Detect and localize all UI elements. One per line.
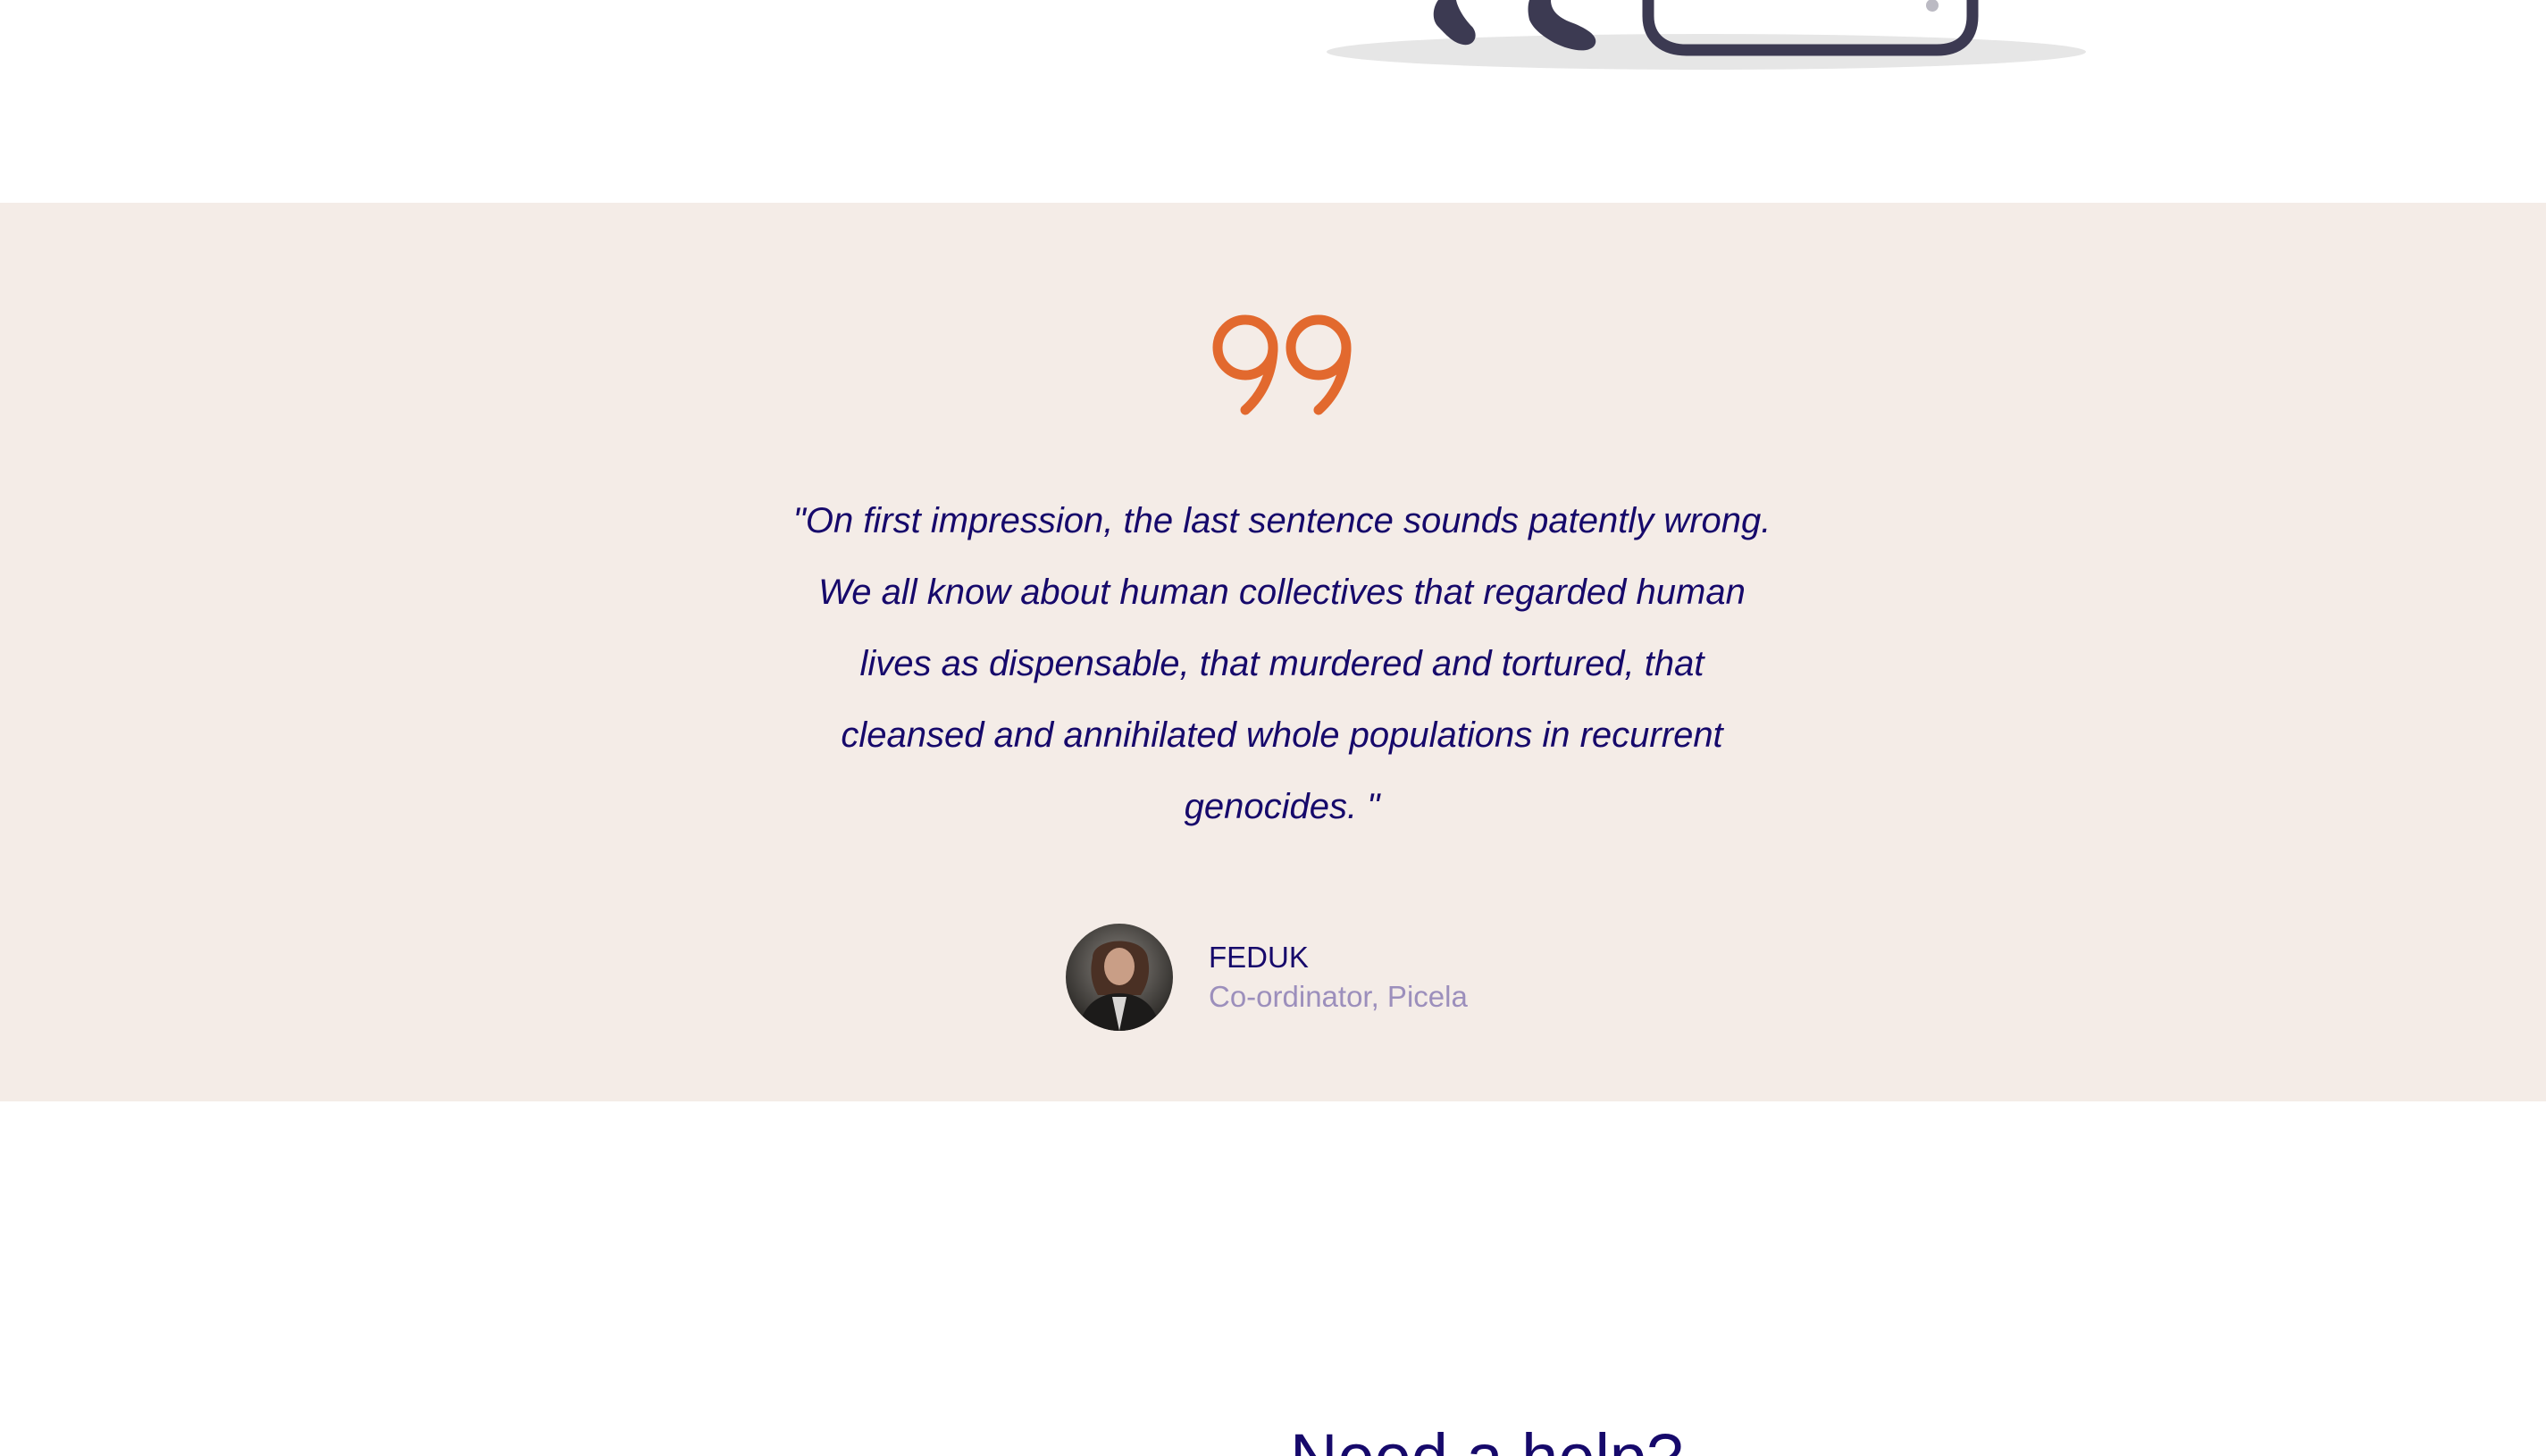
testimonial-section: "On first impression, the last sentence … (0, 203, 2546, 1101)
testimonial-author: FEDUK Co-ordinator, Picela (1066, 923, 1468, 1032)
help-section-heading: Need a help? (1290, 1420, 1683, 1456)
avatar (1066, 924, 1173, 1031)
quote-mark-icon (1206, 310, 1358, 417)
person-with-laptop-illustration (1322, 0, 2108, 80)
author-role: Co-ordinator, Picela (1209, 980, 1468, 1013)
author-name: FEDUK (1209, 941, 1309, 974)
page: "On first impression, the last sentence … (0, 0, 2546, 1456)
testimonial-quote: "On first impression, the last sentence … (792, 501, 1771, 826)
